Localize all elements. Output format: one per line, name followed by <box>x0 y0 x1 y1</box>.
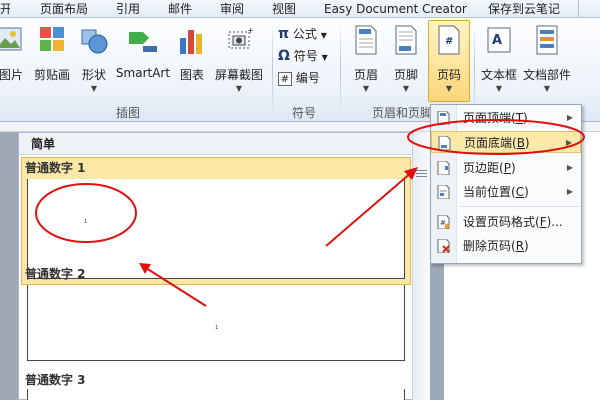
svg-text:A: A <box>492 33 502 48</box>
clipart-icon <box>40 27 64 51</box>
svg-text:+: + <box>247 26 254 35</box>
page-number-dropdown-menu: 页面顶端(T) ▶ 页面底端(B) ▶ 页边距(P) ▶ 当前位置(C) ▶ #… <box>430 104 582 264</box>
shapes-icon <box>81 29 108 54</box>
header-icon <box>355 25 377 55</box>
menu-item-format-page-numbers[interactable]: # 设置页码格式(F)... <box>431 211 581 233</box>
gallery-item-title: 普通数字 2 <box>25 267 86 281</box>
group-separator <box>272 22 273 118</box>
tab-save-to-cloud-note[interactable]: 保存到云笔记 <box>488 1 560 17</box>
symbol-button[interactable]: Ω 符号 ▼ <box>278 46 328 66</box>
chevron-down-icon: ▼ <box>235 84 243 93</box>
gallery-item-plain-number-2[interactable]: 1 <box>27 285 405 361</box>
menu-item-bottom-of-page[interactable]: 页面底端(B) ▶ <box>431 131 581 153</box>
gallery-thumbnail: 1 <box>27 179 405 279</box>
svg-text:#: # <box>445 36 453 47</box>
page-margins-icon <box>437 161 450 175</box>
top-of-page-icon <box>437 111 450 125</box>
menu-item-top-of-page[interactable]: 页面顶端(T) ▶ <box>431 107 581 129</box>
menu-separator <box>461 206 579 207</box>
omega-icon: Ω <box>278 48 290 64</box>
chevron-down-icon: ▼ <box>402 84 410 93</box>
document-background-left <box>0 132 18 400</box>
page-number-preview: 1 <box>84 219 88 225</box>
group-label-header-footer: 页眉和页脚 <box>372 106 433 120</box>
screenshot-icon: + <box>228 26 254 49</box>
gallery-section-header: 简单 <box>19 133 429 155</box>
tab-page-layout[interactable]: 页面布局 <box>40 1 88 17</box>
ribbon-tab-bar: 开始 页面布局 引用 邮件 审阅 视图 Easy Document Creato… <box>0 0 600 18</box>
current-position-icon <box>437 185 450 199</box>
gallery-item-plain-number-3[interactable] <box>27 389 405 400</box>
tab-mailings[interactable]: 邮件 <box>168 1 192 17</box>
page-number-gallery: 简单 普通数字 1 1 普通数字 2 1 普通数字 3 <box>18 132 430 400</box>
group-label-illustrations: 插图 <box>116 106 141 120</box>
textbox-icon: A <box>487 27 511 53</box>
hash-icon: # <box>278 72 292 86</box>
equation-button[interactable]: π 公式 ▼ <box>278 24 327 44</box>
gallery-item-title: 普通数字 1 <box>25 161 86 175</box>
chevron-down-icon: ▼ <box>495 84 503 93</box>
page-number-preview: 1 <box>215 325 219 331</box>
gallery-item-title: 普通数字 3 <box>25 373 86 387</box>
quick-parts-icon <box>536 25 558 55</box>
gallery-scrollbar[interactable] <box>412 132 430 400</box>
menu-item-page-margins[interactable]: 页边距(P) ▶ <box>431 157 581 179</box>
chevron-right-icon: ▶ <box>566 113 573 122</box>
smartart-icon <box>129 32 157 52</box>
menu-item-current-position[interactable]: 当前位置(C) ▶ <box>431 181 581 203</box>
group-separator <box>340 22 341 118</box>
bottom-of-page-icon <box>438 136 451 150</box>
chevron-right-icon: ▶ <box>566 187 573 196</box>
chevron-down-icon: ▼ <box>543 84 551 93</box>
chevron-down-icon: ▼ <box>321 53 328 62</box>
chart-icon <box>180 30 202 54</box>
picture-icon <box>0 27 22 51</box>
page-number-icon: # <box>438 25 460 55</box>
footer-icon <box>395 25 417 55</box>
group-label-symbols: 符号 <box>292 106 317 120</box>
chevron-right-icon: ▶ <box>566 163 573 172</box>
pi-icon: π <box>278 26 290 42</box>
tab-references[interactable]: 引用 <box>116 1 140 17</box>
tab-overflow <box>578 0 600 18</box>
chevron-down-icon: ▼ <box>90 84 98 93</box>
remove-page-numbers-icon <box>437 239 450 253</box>
chevron-down-icon: ▼ <box>320 31 327 40</box>
tab-review[interactable]: 审阅 <box>220 1 244 17</box>
tab-view[interactable]: 视图 <box>272 1 296 17</box>
chevron-down-icon: ▼ <box>445 84 453 93</box>
menu-item-remove-page-numbers[interactable]: 删除页码(R) <box>431 235 581 257</box>
scroll-grip-icon <box>416 168 427 178</box>
chevron-right-icon: ▶ <box>565 138 572 147</box>
format-page-numbers-icon: # <box>437 215 450 229</box>
tab-easy-document-creator[interactable]: Easy Document Creator <box>324 1 467 17</box>
numbering-button[interactable]: # 编号 <box>278 68 320 88</box>
chevron-down-icon: ▼ <box>362 84 370 93</box>
tab-home[interactable]: 开始 <box>0 1 10 17</box>
